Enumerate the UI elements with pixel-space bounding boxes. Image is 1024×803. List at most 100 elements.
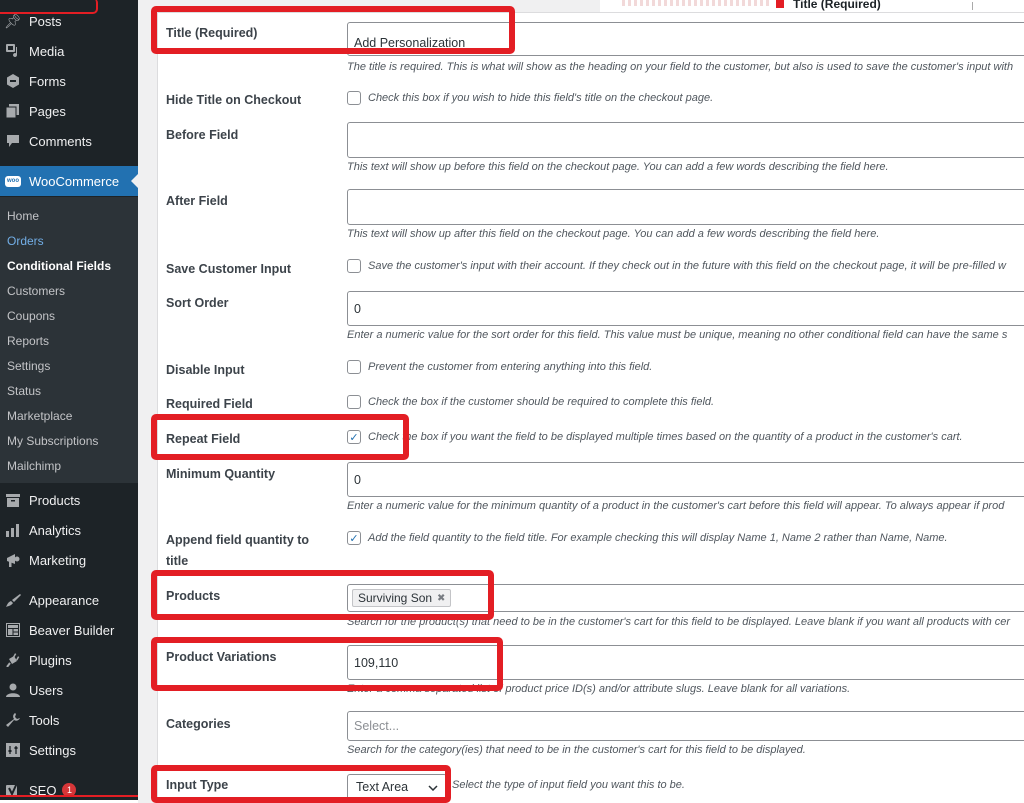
submenu-mailchimp[interactable]: Mailchimp bbox=[7, 459, 61, 473]
sidebar-item-tools[interactable]: Tools bbox=[0, 705, 138, 735]
sort-order-input[interactable]: 0 bbox=[347, 291, 1024, 326]
product-token-label: Surviving Son bbox=[358, 591, 433, 605]
required-field-label: Required Field bbox=[166, 397, 253, 411]
sidebar-item-products[interactable]: Products bbox=[0, 485, 138, 515]
input-type-label: Input Type bbox=[166, 778, 229, 792]
yoast-icon bbox=[5, 782, 21, 798]
save-input-row: Save the customer's input with their acc… bbox=[347, 259, 1006, 273]
sidebar-item-marketing[interactable]: Marketing bbox=[0, 545, 138, 575]
submenu-reports[interactable]: Reports bbox=[7, 334, 49, 348]
products-input[interactable]: Surviving Son ✖ bbox=[347, 584, 1024, 612]
top-artifact bbox=[622, 0, 772, 6]
woocommerce-logo-icon: woo bbox=[5, 173, 21, 189]
sidebar-item-label: Settings bbox=[29, 742, 76, 758]
submenu-home[interactable]: Home bbox=[7, 209, 39, 223]
submenu-status[interactable]: Status bbox=[7, 384, 41, 398]
sort-order-description: Enter a numeric value for the sort order… bbox=[347, 329, 1008, 341]
top-strip-title: Title (Required) bbox=[793, 0, 881, 11]
categories-input[interactable]: Select... bbox=[347, 711, 1024, 741]
required-field-text: Check the box if the customer should be … bbox=[368, 396, 715, 408]
categories-placeholder: Select... bbox=[354, 719, 400, 733]
categories-description: Search for the category(ies) that need t… bbox=[347, 744, 806, 756]
hide-title-checkbox[interactable] bbox=[347, 91, 361, 105]
before-field-input[interactable] bbox=[347, 122, 1024, 158]
bar-chart-icon bbox=[5, 522, 21, 538]
sidebar-item-media[interactable]: Media bbox=[0, 36, 138, 66]
sidebar-item-posts[interactable]: 📌︎ Posts bbox=[0, 6, 138, 36]
submenu-coupons[interactable]: Coupons bbox=[7, 309, 55, 323]
sort-order-label: Sort Order bbox=[166, 296, 229, 310]
append-qty-text: Add the field quantity to the field titl… bbox=[368, 532, 948, 544]
disable-input-label: Disable Input bbox=[166, 363, 245, 377]
repeat-field-checkbox[interactable]: ✓ bbox=[347, 430, 361, 444]
sidebar-item-users[interactable]: Users bbox=[0, 675, 138, 705]
update-count-badge: 1 bbox=[62, 783, 77, 797]
top-artifact-right bbox=[972, 2, 1012, 10]
megaphone-icon bbox=[5, 552, 21, 568]
sidebar-item-label: Products bbox=[29, 492, 81, 508]
required-field-checkbox[interactable] bbox=[347, 395, 361, 409]
min-quantity-input[interactable]: 0 bbox=[347, 462, 1024, 497]
sidebar-item-forms[interactable]: Forms bbox=[0, 66, 138, 96]
sidebar-item-label: Pages bbox=[29, 103, 66, 119]
submenu-orders[interactable]: Orders bbox=[7, 234, 44, 248]
save-input-checkbox[interactable] bbox=[347, 259, 361, 273]
sidebar-item-settings[interactable]: Settings bbox=[0, 735, 138, 765]
hide-title-label: Hide Title on Checkout bbox=[166, 93, 302, 107]
hide-title-text: Check this box if you wish to hide this … bbox=[368, 92, 714, 104]
append-qty-checkbox[interactable]: ✓ bbox=[347, 531, 361, 545]
input-type-select[interactable]: Text Area bbox=[347, 774, 447, 800]
woocommerce-submenu: Home Orders Conditional Fields Customers… bbox=[0, 197, 138, 483]
sidebar-item-appearance[interactable]: Appearance bbox=[0, 585, 138, 615]
woo-logo-text: woo bbox=[5, 175, 21, 187]
pages-icon bbox=[5, 103, 21, 119]
disable-input-checkbox[interactable] bbox=[347, 360, 361, 374]
comment-icon bbox=[5, 133, 21, 149]
min-quantity-value: 0 bbox=[354, 472, 361, 487]
sidebar-item-beaver-builder[interactable]: Beaver Builder bbox=[0, 615, 138, 645]
remove-token-icon[interactable]: ✖ bbox=[437, 593, 445, 604]
sidebar-item-label: Comments bbox=[29, 133, 92, 149]
layout-icon bbox=[5, 622, 21, 638]
product-variations-input[interactable]: 109,110 bbox=[347, 645, 1024, 680]
plug-icon bbox=[5, 652, 21, 668]
submenu-customers[interactable]: Customers bbox=[7, 284, 65, 298]
repeat-field-label: Repeat Field bbox=[166, 432, 241, 446]
input-type-selected: Text Area bbox=[356, 780, 409, 794]
product-variations-label: Product Variations bbox=[166, 650, 277, 664]
after-field-input[interactable] bbox=[347, 189, 1024, 225]
submenu-conditional-fields[interactable]: Conditional Fields bbox=[7, 259, 111, 273]
user-icon bbox=[5, 682, 21, 698]
submenu-settings[interactable]: Settings bbox=[7, 359, 50, 373]
sidebar-item-woocommerce[interactable]: woo WooCommerce bbox=[0, 166, 138, 196]
hide-title-row: Check this box if you wish to hide this … bbox=[347, 91, 713, 105]
current-menu-arrow bbox=[131, 174, 138, 188]
submenu-my-subscriptions[interactable]: My Subscriptions bbox=[7, 434, 98, 448]
sidebar-item-analytics[interactable]: Analytics bbox=[0, 515, 138, 545]
title-input[interactable]: Add Personalization bbox=[347, 22, 1024, 56]
sidebar-item-label: Tools bbox=[29, 712, 60, 728]
save-input-label: Save Customer Input bbox=[166, 262, 292, 276]
paintbrush-icon bbox=[5, 592, 21, 608]
sidebar-item-plugins[interactable]: Plugins bbox=[0, 645, 138, 675]
title-label: Title (Required) bbox=[166, 26, 258, 40]
sidebar-item-label: WooCommerce bbox=[29, 173, 120, 189]
sidebar-item-label: Media bbox=[29, 43, 65, 59]
repeat-field-row: ✓ Check the box if you want the field to… bbox=[347, 430, 963, 444]
categories-label: Categories bbox=[166, 717, 231, 731]
append-qty-label-line2: title bbox=[166, 554, 189, 568]
sidebar-item-seo[interactable]: SEO 1 bbox=[0, 775, 138, 803]
submenu-marketplace[interactable]: Marketplace bbox=[7, 409, 72, 423]
input-type-description: Select the type of input field you want … bbox=[452, 779, 685, 791]
sidebar-item-label: Users bbox=[29, 682, 63, 698]
sliders-icon bbox=[5, 742, 21, 758]
sidebar-item-pages[interactable]: Pages bbox=[0, 96, 138, 126]
append-qty-row: ✓ Add the field quantity to the field ti… bbox=[347, 531, 948, 545]
product-variations-description: Enter a comma separated list of product … bbox=[347, 683, 851, 695]
product-variations-value: 109,110 bbox=[354, 655, 399, 670]
required-field-row: Check the box if the customer should be … bbox=[347, 395, 714, 409]
check-icon: ✓ bbox=[349, 431, 359, 444]
sort-order-value: 0 bbox=[354, 301, 361, 316]
sidebar-item-comments[interactable]: Comments bbox=[0, 126, 138, 156]
disable-input-text: Prevent the customer from entering anyth… bbox=[368, 361, 653, 373]
